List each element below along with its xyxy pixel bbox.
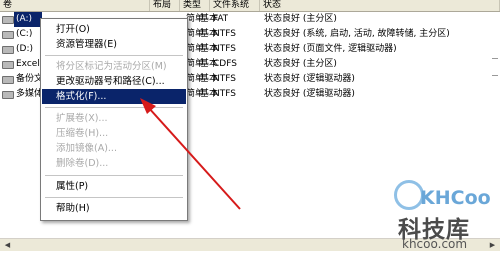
- watermark-logo: KHCoo 科技库 khcoo.com: [394, 180, 500, 255]
- scroll-left-icon[interactable]: ◀: [2, 240, 13, 250]
- logo-brand: KHCoo: [420, 187, 491, 209]
- logo-url: khcoo.com: [402, 237, 468, 251]
